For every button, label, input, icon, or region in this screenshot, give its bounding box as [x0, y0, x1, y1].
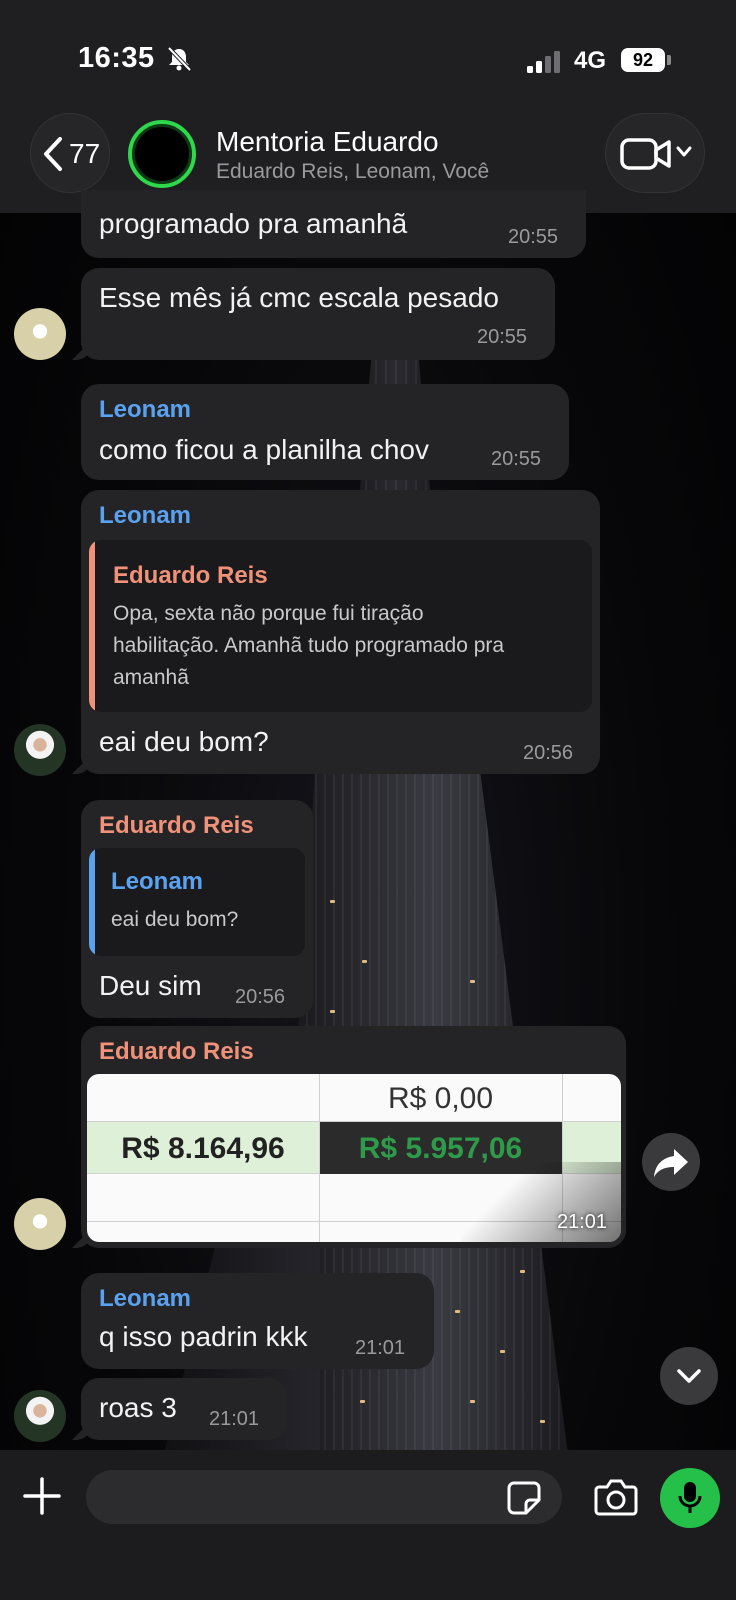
- status-time: 16:35: [78, 42, 155, 74]
- quoted-message[interactable]: Eduardo Reis Opa, sexta não porque fui t…: [89, 540, 592, 712]
- avatar[interactable]: [14, 1198, 66, 1250]
- message-text: como ficou a planilha chov: [99, 434, 429, 465]
- message-time: 20:56: [235, 986, 286, 1008]
- sticker-icon[interactable]: [506, 1480, 542, 1516]
- forward-arrow-icon: [654, 1149, 688, 1177]
- quoted-text: eai deu bom?: [111, 908, 239, 931]
- message-bubble[interactable]: Esse mês já cmc escala pesado 20:55: [81, 268, 555, 360]
- camera-icon[interactable]: [594, 1477, 638, 1517]
- back-button[interactable]: 77: [30, 113, 110, 193]
- group-avatar[interactable]: [128, 120, 196, 188]
- quoted-sender: Leonam: [111, 868, 204, 895]
- composer-bar: [0, 1450, 736, 1600]
- network-type: 4G: [574, 47, 607, 74]
- bell-slash-icon: [167, 46, 192, 72]
- sender-name: Leonam: [99, 1285, 192, 1312]
- sender-name: Eduardo Reis: [99, 812, 254, 839]
- chat-participants[interactable]: Eduardo Reis, Leonam, Você: [216, 160, 489, 184]
- message-input[interactable]: [86, 1470, 562, 1524]
- video-call-button[interactable]: [605, 113, 705, 193]
- quoted-text-line: amanhã: [113, 666, 189, 689]
- message-bubble[interactable]: Leonam q isso padrin kkk 21:01: [81, 1273, 434, 1369]
- quoted-text-line: Opa, sexta não porque fui tiração: [113, 602, 424, 625]
- quoted-sender: Eduardo Reis: [113, 562, 268, 589]
- message-bubble[interactable]: Leonam Eduardo Reis Opa, sexta não porqu…: [81, 490, 600, 774]
- message-bubble[interactable]: Leonam como ficou a planilha chov 20:55: [81, 384, 569, 480]
- forward-button[interactable]: [642, 1133, 700, 1191]
- quote-bar: [89, 848, 95, 956]
- sheet-cell: R$ 0,00: [387, 1082, 494, 1115]
- message-text: Esse mês já cmc escala pesado: [99, 282, 499, 313]
- chat-title[interactable]: Mentoria Eduardo: [216, 126, 439, 158]
- message-bubble[interactable]: Eduardo Reis Leonam eai deu bom? Deu sim…: [81, 800, 313, 1018]
- message-time: 20:55: [508, 226, 559, 248]
- message-time: 20:56: [523, 742, 574, 764]
- plus-icon[interactable]: [22, 1476, 62, 1516]
- battery-tip: [667, 55, 671, 65]
- sender-name: Eduardo Reis: [99, 1038, 254, 1065]
- avatar[interactable]: [14, 308, 66, 360]
- sender-name: Leonam: [99, 502, 192, 529]
- message-time: 20:55: [491, 448, 542, 470]
- chevron-down-icon: [677, 1369, 701, 1383]
- quoted-text-line: habilitação. Amanhã tudo programado pra: [113, 634, 505, 657]
- message-text: eai deu bom?: [99, 726, 269, 757]
- message-time: 21:01: [355, 1337, 406, 1359]
- video-camera-icon: [620, 138, 671, 170]
- message-bubble[interactable]: roas 3 21:01: [81, 1378, 287, 1440]
- message-text: roas 3: [99, 1392, 177, 1423]
- voice-message-button[interactable]: [660, 1468, 720, 1528]
- microphone-icon: [678, 1482, 702, 1513]
- quote-bar: [89, 540, 95, 712]
- message-bubble[interactable]: programado pra amanhã 20:55: [81, 190, 586, 258]
- chevron-left-icon: [44, 137, 62, 171]
- battery-indicator: 92: [621, 48, 665, 72]
- sheet-cell: R$ 5.957,06: [358, 1132, 523, 1165]
- message-text: q isso padrin kkk: [99, 1321, 308, 1352]
- status-bar: 16:35 4G 92: [0, 0, 736, 110]
- message-text: Deu sim: [99, 970, 202, 1001]
- chevron-down-icon: [676, 146, 692, 157]
- sender-name: Leonam: [99, 396, 192, 423]
- scroll-down-button[interactable]: [660, 1347, 718, 1405]
- message-time: 21:01: [209, 1408, 260, 1430]
- sheet-cell: R$ 8.164,96: [121, 1132, 285, 1165]
- cellular-signal-icon: [527, 51, 560, 73]
- message-time: 20:55: [477, 326, 528, 348]
- quoted-message[interactable]: Leonam eai deu bom?: [89, 848, 305, 956]
- message-text: programado pra amanhã: [99, 208, 408, 239]
- message-time: 21:01: [556, 1211, 607, 1233]
- unread-count: 77: [69, 138, 101, 169]
- spreadsheet-image[interactable]: R$ 0,00 R$ 8.164,96 R$ 5.957,06 21:01: [87, 1074, 621, 1242]
- avatar[interactable]: [14, 724, 66, 776]
- avatar[interactable]: [14, 1390, 66, 1442]
